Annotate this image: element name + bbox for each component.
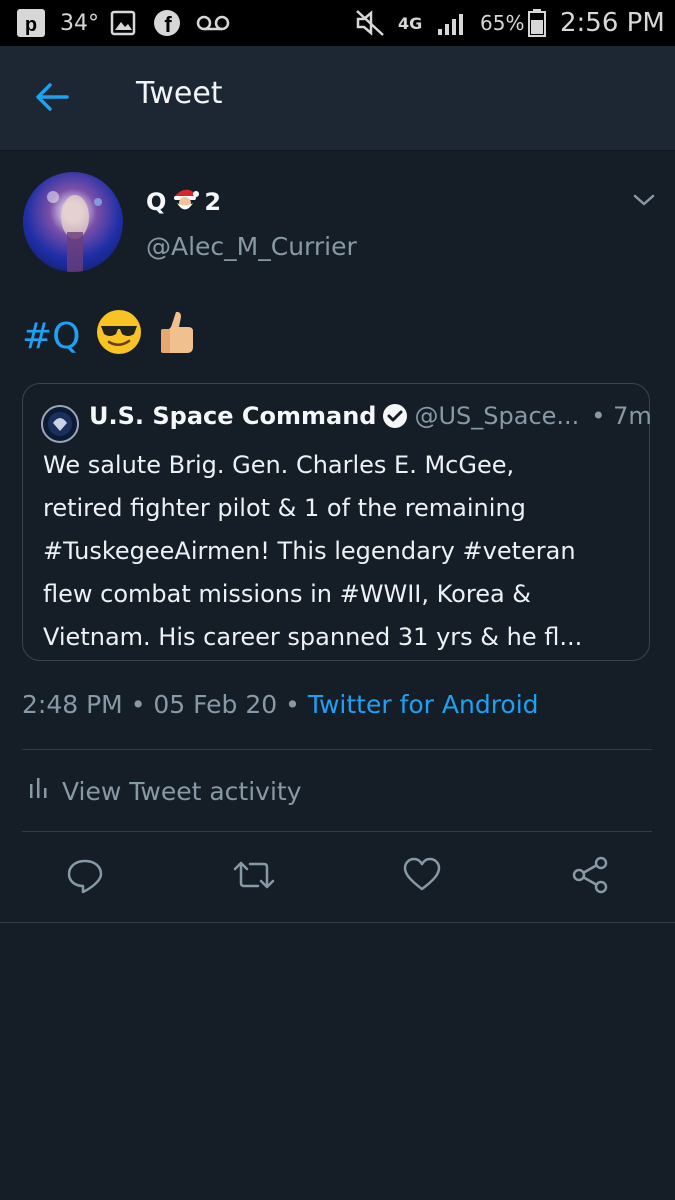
svg-text:f: f [164, 12, 172, 37]
quoted-text-line: #TuskegeeAirmen! This legendary #veteran [43, 537, 576, 565]
page-title: Tweet [136, 76, 223, 111]
user-handle[interactable]: @Alec_M_Currier [146, 232, 357, 261]
clock: 2:56 PM [560, 8, 665, 38]
tweet-actions-bar [0, 855, 675, 905]
quoted-text-line: flew combat missions in #WWII, Korea & [43, 580, 532, 608]
battery-icon [527, 0, 547, 46]
chevron-down-icon[interactable] [632, 190, 656, 210]
mute-icon [354, 0, 386, 46]
parking-app-icon: p [16, 0, 46, 46]
tweet-time: 2:48 PM [22, 690, 123, 719]
tweet-metadata: 2:48 PM • 05 Feb 20 • Twitter for Androi… [22, 690, 539, 719]
battery-percent: 65% [480, 11, 525, 35]
quoted-text-line: retired fighter pilot & 1 of the remaini… [43, 494, 526, 522]
quoted-author-handle: @US_Space... [414, 402, 580, 430]
signal-icon [436, 0, 470, 46]
quoted-text-line: We salute Brig. Gen. Charles E. McGee, [43, 451, 515, 479]
space-command-logo-icon [41, 405, 79, 443]
tweet-source-link[interactable]: Twitter for Android [308, 690, 539, 719]
sunglasses-emoji-icon [95, 308, 143, 365]
facebook-icon: f [153, 0, 181, 46]
tweet-text: #Q [22, 308, 197, 365]
divider [0, 922, 675, 923]
reply-icon[interactable] [65, 855, 105, 895]
quoted-tweet-card[interactable]: U.S. Space Command @US_Space... • 7m We … [22, 383, 652, 661]
quoted-time: • 7m [591, 402, 652, 430]
display-name-end: 2 [204, 188, 222, 216]
view-tweet-activity-button[interactable]: View Tweet activity [28, 776, 302, 806]
tweet-date: 05 Feb 20 [153, 690, 278, 719]
status-bar: p 34° f 4G 65% 2:56 PM [0, 0, 675, 46]
retweet-icon[interactable] [232, 855, 275, 895]
image-icon [110, 0, 136, 46]
display-name-start: Q [146, 188, 167, 216]
avatar[interactable] [23, 172, 123, 272]
share-icon[interactable] [570, 855, 610, 895]
verified-badge-icon [382, 403, 408, 429]
quoted-tweet-header: U.S. Space Command @US_Space... • 7m [89, 402, 652, 430]
activity-chart-icon [28, 776, 48, 806]
hashtag-link[interactable]: #Q [22, 316, 81, 357]
divider [22, 831, 652, 832]
quoted-author-name: U.S. Space Command [89, 402, 377, 430]
back-arrow-icon[interactable] [34, 82, 70, 112]
quoted-text-line: Vietnam. His career spanned 31 yrs & he … [43, 623, 583, 651]
app-bar: Tweet [0, 46, 675, 151]
like-heart-icon[interactable] [402, 855, 442, 895]
temperature: 34° [60, 10, 99, 36]
network-type: 4G [398, 13, 423, 33]
separator: • [130, 690, 146, 719]
divider [22, 749, 652, 750]
svg-text:p: p [25, 14, 37, 36]
quoted-tweet-text: We salute Brig. Gen. Charles E. McGee, r… [43, 444, 639, 659]
activity-label: View Tweet activity [62, 776, 302, 806]
display-name[interactable]: Q 2 [146, 184, 221, 220]
separator: • [285, 690, 300, 719]
santa-emoji-icon [170, 184, 200, 220]
voicemail-icon [196, 0, 230, 46]
thumbs-up-emoji-icon [157, 309, 197, 364]
